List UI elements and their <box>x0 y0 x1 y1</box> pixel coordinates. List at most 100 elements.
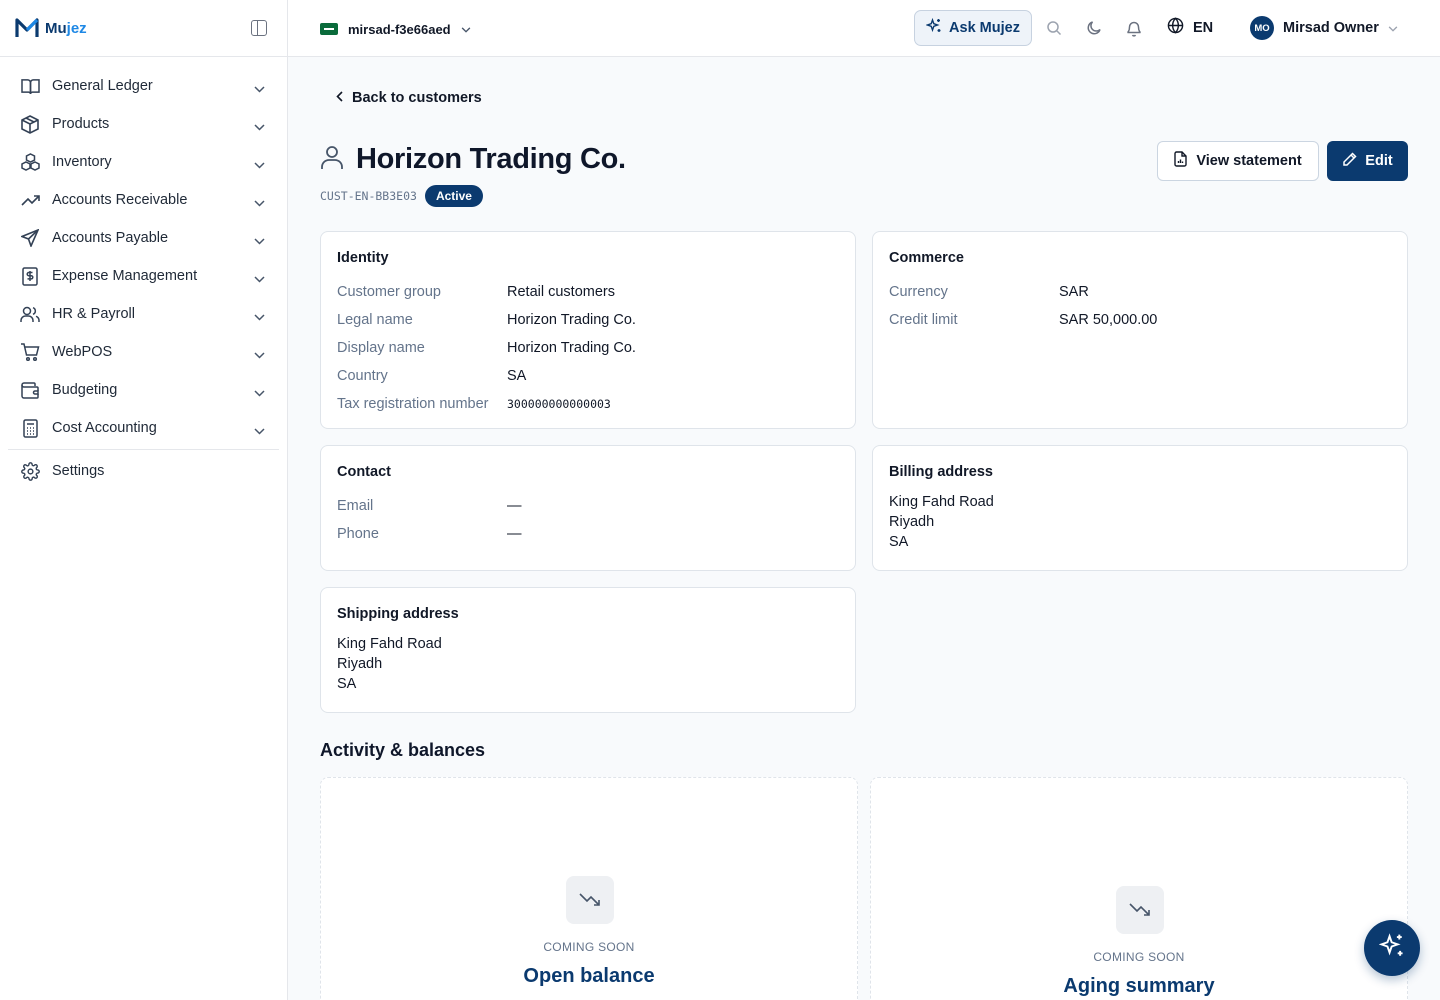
sidebar-item-label: Products <box>52 116 110 132</box>
view-statement-button[interactable]: View statement <box>1157 141 1319 181</box>
users-icon <box>20 304 40 324</box>
chevron-down-icon <box>254 156 265 174</box>
gear-icon <box>20 461 40 481</box>
detail-value: Horizon Trading Co. <box>507 312 636 328</box>
page-title: Horizon Trading Co. <box>356 143 626 175</box>
detail-value: 300000000000003 <box>507 397 611 411</box>
ai-assistant-fab[interactable] <box>1364 920 1420 976</box>
back-label: Back to customers <box>352 90 482 106</box>
sidebar-divider <box>8 449 279 450</box>
topbar: mirsad-f3e66aed Ask Mujez EN MO Mirsad O… <box>288 0 1440 57</box>
search-icon[interactable] <box>1044 18 1064 38</box>
detail-label: Phone <box>337 526 379 542</box>
placeholder-title: Open balance <box>523 965 655 987</box>
file-chart-icon <box>1174 151 1188 171</box>
commerce-card: Commerce Currency SAR Credit limit SAR 50,… <box>872 231 1408 429</box>
edit-button[interactable]: Edit <box>1327 141 1408 181</box>
detail-label: Credit limit <box>889 312 958 328</box>
sidebar-item-accounts-receivable[interactable]: Accounts Receivable <box>0 181 287 219</box>
shipping-address-card: Shipping address King Fahd Road Riyadh S… <box>320 587 856 713</box>
sidebar-item-expense-management[interactable]: Expense Management <box>0 257 287 295</box>
shopping-cart-icon <box>20 342 40 362</box>
main-content: Back to customers Horizon Trading Co. CU… <box>288 57 1440 1000</box>
chevron-down-icon <box>254 308 265 326</box>
sidebar-item-inventory[interactable]: Inventory <box>0 143 287 181</box>
sidebar-item-hr-payroll[interactable]: HR & Payroll <box>0 295 287 333</box>
box-icon <box>20 114 40 134</box>
sidebar-item-label: Settings <box>52 463 105 479</box>
sidebar-item-label: WebPOS <box>52 344 113 360</box>
address-line: SA <box>889 534 909 550</box>
sparkles-icon <box>1378 932 1405 964</box>
sidebar-item-products[interactable]: Products <box>0 105 287 143</box>
address-line: King Fahd Road <box>889 494 994 510</box>
card-title: Contact <box>337 464 391 480</box>
language-switcher[interactable]: EN <box>1167 17 1213 38</box>
card-title: Shipping address <box>337 606 459 622</box>
user-menu[interactable]: MO Mirsad Owner <box>1250 16 1398 40</box>
user-name: Mirsad Owner <box>1283 20 1379 36</box>
brand-name: Mujez <box>45 19 87 37</box>
org-switcher[interactable]: mirsad-f3e66aed <box>320 15 479 43</box>
sidebar-item-cost-accounting[interactable]: Cost Accounting <box>0 409 287 447</box>
card-title: Commerce <box>889 250 964 266</box>
sidebar: Mujez General Ledger Products Inventory … <box>0 0 288 1000</box>
receipt-dollar-icon <box>20 266 40 286</box>
detail-label: Customer group <box>337 284 441 300</box>
send-icon <box>20 228 40 248</box>
detail-label: Tax registration number <box>337 396 489 412</box>
saudi-flag-icon <box>320 23 338 35</box>
sidebar-item-label: Accounts Payable <box>52 230 169 246</box>
contact-card: Contact Email — Phone — <box>320 445 856 571</box>
trending-up-icon <box>20 190 40 210</box>
mujez-logo-icon[interactable] <box>14 15 40 41</box>
trending-down-icon <box>1116 886 1164 934</box>
address-line: Riyadh <box>337 656 383 672</box>
back-to-customers-link[interactable]: Back to customers <box>336 90 482 106</box>
detail-label: Currency <box>889 284 948 300</box>
detail-row: Country SA <box>337 362 839 390</box>
sidebar-item-label: Expense Management <box>52 268 198 284</box>
calculator-icon <box>20 418 40 438</box>
identity-card: Identity Customer group Retail customers … <box>320 231 856 429</box>
sidebar-item-settings[interactable]: Settings <box>0 452 287 490</box>
title-row: Horizon Trading Co. <box>320 143 626 176</box>
ask-mujez-button[interactable]: Ask Mujez <box>914 10 1032 46</box>
address-line: King Fahd Road <box>337 636 442 652</box>
pencil-icon <box>1342 151 1357 171</box>
wallet-icon <box>20 380 40 400</box>
language-label: EN <box>1193 19 1214 36</box>
card-title: Billing address <box>889 464 993 480</box>
sparkles-icon <box>925 17 942 38</box>
chevron-down-icon <box>461 20 471 38</box>
chevron-down-icon <box>254 80 265 98</box>
avatar: MO <box>1250 16 1274 40</box>
customer-meta: CUST-EN-BB3E03 Active <box>320 185 483 207</box>
detail-value: — <box>507 526 522 542</box>
sidebar-item-accounts-payable[interactable]: Accounts Payable <box>0 219 287 257</box>
detail-row: Tax registration number 300000000000003 <box>337 390 839 418</box>
address-line: SA <box>337 676 357 692</box>
moon-icon[interactable] <box>1084 18 1104 38</box>
detail-row: Currency SAR <box>889 278 1391 306</box>
detail-value: Horizon Trading Co. <box>507 340 636 356</box>
sidebar-item-label: Accounts Receivable <box>52 192 188 208</box>
edit-label: Edit <box>1365 153 1393 169</box>
detail-row: Credit limit SAR 50,000.00 <box>889 306 1391 334</box>
sidebar-item-general-ledger[interactable]: General Ledger <box>0 67 287 105</box>
sidebar-item-webpos[interactable]: WebPOS <box>0 333 287 371</box>
bell-icon[interactable] <box>1124 18 1144 38</box>
detail-value: SAR <box>1059 284 1089 300</box>
book-open-icon <box>20 76 40 96</box>
detail-label: Legal name <box>337 312 413 328</box>
sidebar-item-label: HR & Payroll <box>52 306 135 322</box>
chevron-down-icon <box>1388 19 1398 37</box>
sidebar-item-label: Budgeting <box>52 382 118 398</box>
detail-value: Retail customers <box>507 284 615 300</box>
coming-soon-tag: COMING SOON <box>543 940 635 954</box>
brand: Mujez <box>0 0 287 57</box>
sidebar-collapse-icon[interactable] <box>251 20 267 36</box>
detail-row: Phone — <box>337 520 839 548</box>
detail-value: SAR 50,000.00 <box>1059 312 1158 328</box>
sidebar-item-budgeting[interactable]: Budgeting <box>0 371 287 409</box>
